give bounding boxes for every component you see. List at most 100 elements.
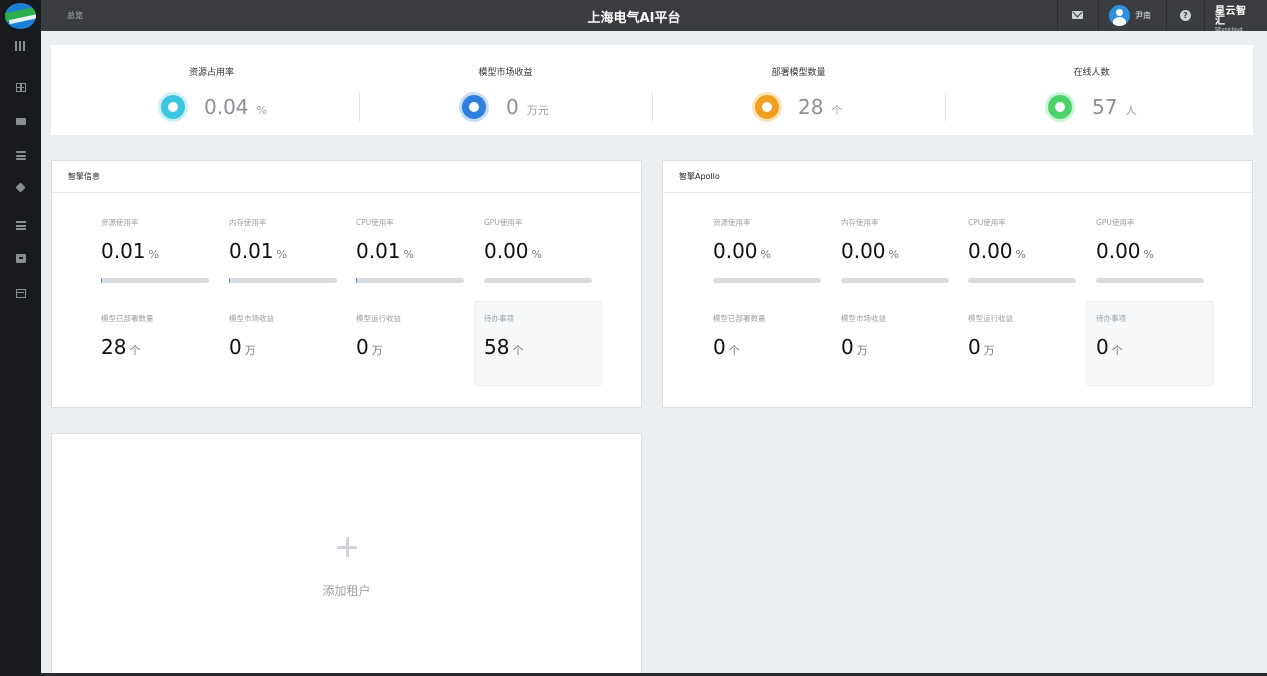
avatar[interactable] <box>1109 5 1130 26</box>
metric-value: 58 个 <box>484 335 524 359</box>
box-icon[interactable] <box>16 254 26 263</box>
metric-value: 0个 <box>713 335 740 359</box>
brand-logo: 星云智汇 SEunicloud <box>1215 6 1255 34</box>
kpi-label: 模型市场收益 <box>478 68 533 78</box>
brand-subname: SEunicloud <box>1215 27 1243 33</box>
metric-label: 资源使用率 <box>713 218 751 227</box>
progress-bar <box>968 278 1076 283</box>
metric-label: 模型已部署数量 <box>101 314 154 323</box>
metric-resource-usage: 资源使用率 0.01% <box>101 217 211 283</box>
user-icon <box>1048 95 1072 119</box>
database-icon[interactable] <box>16 151 26 160</box>
metric-cpu-usage: CPU使用率 0.00% <box>968 217 1078 283</box>
metric-label: 待办事项 <box>484 314 514 323</box>
metric-label: 模型已部署数量 <box>713 314 766 323</box>
kpi-model-market-revenue: 模型市场收益 0 万元 <box>359 45 652 135</box>
metric-label: 模型运行收益 <box>356 314 401 323</box>
user-name[interactable]: 尹南 <box>1135 10 1151 21</box>
list-icon[interactable] <box>16 221 26 230</box>
panel-zhiqing-info: 智擎信息 资源使用率 0.01% 内存使用率 0.01% CPU使用率 0.01… <box>51 160 642 408</box>
progress-bar <box>1096 278 1204 283</box>
metric-runtime-revenue: 模型运行收益 0万 <box>968 313 1078 362</box>
metric-label: GPU使用率 <box>1096 218 1135 227</box>
app-logo-icon[interactable] <box>5 3 36 29</box>
metric-value: 0万 <box>968 335 995 359</box>
panel-title: 智擎Apollo <box>663 161 1252 193</box>
metric-value: 28 个 <box>101 335 141 359</box>
metric-memory-usage: 内存使用率 0.00% <box>841 217 951 283</box>
kpi-online-users: 在线人数 57 人 <box>945 45 1238 135</box>
panel-title: 智擎信息 <box>52 161 641 193</box>
metric-value: 0.00% <box>713 239 771 263</box>
progress-bar <box>713 278 821 283</box>
metric-gpu-usage: GPU使用率 0.00% <box>484 217 594 283</box>
kpi-label: 部署模型数量 <box>771 68 826 78</box>
add-tenant-card[interactable]: 添加租户 <box>51 433 642 676</box>
cube-icon[interactable] <box>15 182 26 193</box>
metric-value: 0个 <box>1096 335 1123 359</box>
metric-label: 模型市场收益 <box>229 314 274 323</box>
folder-icon[interactable] <box>16 118 26 125</box>
metric-label: 模型运行收益 <box>968 314 1013 323</box>
plus-icon[interactable] <box>337 537 357 557</box>
progress-bar <box>356 278 464 283</box>
metric-value: 0.00% <box>484 239 542 263</box>
kpi-label: 资源占用率 <box>188 68 234 78</box>
metric-deployed-models: 模型已部署数量 28 个 <box>101 313 211 362</box>
progress-bar <box>229 278 337 283</box>
metric-label: CPU使用率 <box>968 218 1006 227</box>
panel-zhiqing-apollo: 智擎Apollo 资源使用率 0.00% 内存使用率 0.00% CPU使用率 … <box>662 160 1253 408</box>
metric-value: 0.01% <box>101 239 159 263</box>
grid-icon[interactable] <box>16 83 26 92</box>
metric-todo-items[interactable]: 待办事项 58 个 <box>484 313 594 362</box>
metric-label: 内存使用率 <box>841 218 879 227</box>
topbar-divider <box>1166 0 1167 31</box>
metric-runtime-revenue: 模型运行收益 0万 <box>356 313 466 362</box>
metric-label: 模型市场收益 <box>841 314 886 323</box>
pie-chart-icon <box>161 95 185 119</box>
kpi-label: 在线人数 <box>1073 68 1110 78</box>
metric-market-revenue: 模型市场收益 0万 <box>841 313 951 362</box>
menu-toggle-icon[interactable] <box>15 41 27 51</box>
metric-value: 0万 <box>229 335 256 359</box>
kpi-deployed-models: 部署模型数量 28 个 <box>652 45 945 135</box>
topbar-divider <box>1098 0 1099 31</box>
money-bag-icon <box>462 95 486 119</box>
progress-bar <box>484 278 592 283</box>
sidebar <box>0 0 41 676</box>
top-bar: 总览 上海电气AI平台 尹南 ? 星云智汇 SEunicloud <box>41 0 1267 34</box>
metric-label: 资源使用率 <box>101 218 139 227</box>
metric-label: 待办事项 <box>1096 314 1126 323</box>
metric-deployed-models: 模型已部署数量 0个 <box>713 313 823 362</box>
kpi-value: 28 个 <box>798 95 843 119</box>
kpi-strip: 资源占用率 0.04% 模型市场收益 0 万元 部署模型数量 28 个 在线人数 5… <box>51 45 1253 135</box>
add-tenant-label[interactable]: 添加租户 <box>52 582 641 599</box>
metric-memory-usage: 内存使用率 0.01% <box>229 217 339 283</box>
metric-label: GPU使用率 <box>484 218 523 227</box>
help-icon[interactable]: ? <box>1180 10 1191 21</box>
metric-todo-items[interactable]: 待办事项 0个 <box>1096 313 1206 362</box>
metric-market-revenue: 模型市场收益 0万 <box>229 313 339 362</box>
topbar-divider <box>1204 0 1205 31</box>
metric-gpu-usage: GPU使用率 0.00% <box>1096 217 1206 283</box>
kpi-resource-usage: 资源占用率 0.04% <box>65 45 358 135</box>
metric-value: 0.01% <box>229 239 287 263</box>
metric-cpu-usage: CPU使用率 0.01% <box>356 217 466 283</box>
metric-value: 0万 <box>841 335 868 359</box>
progress-bar <box>841 278 949 283</box>
metric-value: 0.00% <box>968 239 1026 263</box>
page-title: 上海电气AI平台 <box>587 11 681 26</box>
kpi-value: 57 人 <box>1092 95 1137 119</box>
metric-value: 0.01% <box>356 239 414 263</box>
kpi-value: 0 万元 <box>506 95 549 119</box>
metric-value: 0.00% <box>841 239 899 263</box>
topbar-divider <box>1057 0 1058 31</box>
brand-name: 星云智汇 <box>1215 6 1247 27</box>
kpi-value: 0.04% <box>204 95 267 119</box>
metric-resource-usage: 资源使用率 0.00% <box>713 217 823 283</box>
metric-label: CPU使用率 <box>356 218 394 227</box>
card-icon[interactable] <box>16 289 26 298</box>
metric-label: 内存使用率 <box>229 218 267 227</box>
metric-value: 0万 <box>356 335 383 359</box>
mail-icon[interactable] <box>1072 11 1083 19</box>
